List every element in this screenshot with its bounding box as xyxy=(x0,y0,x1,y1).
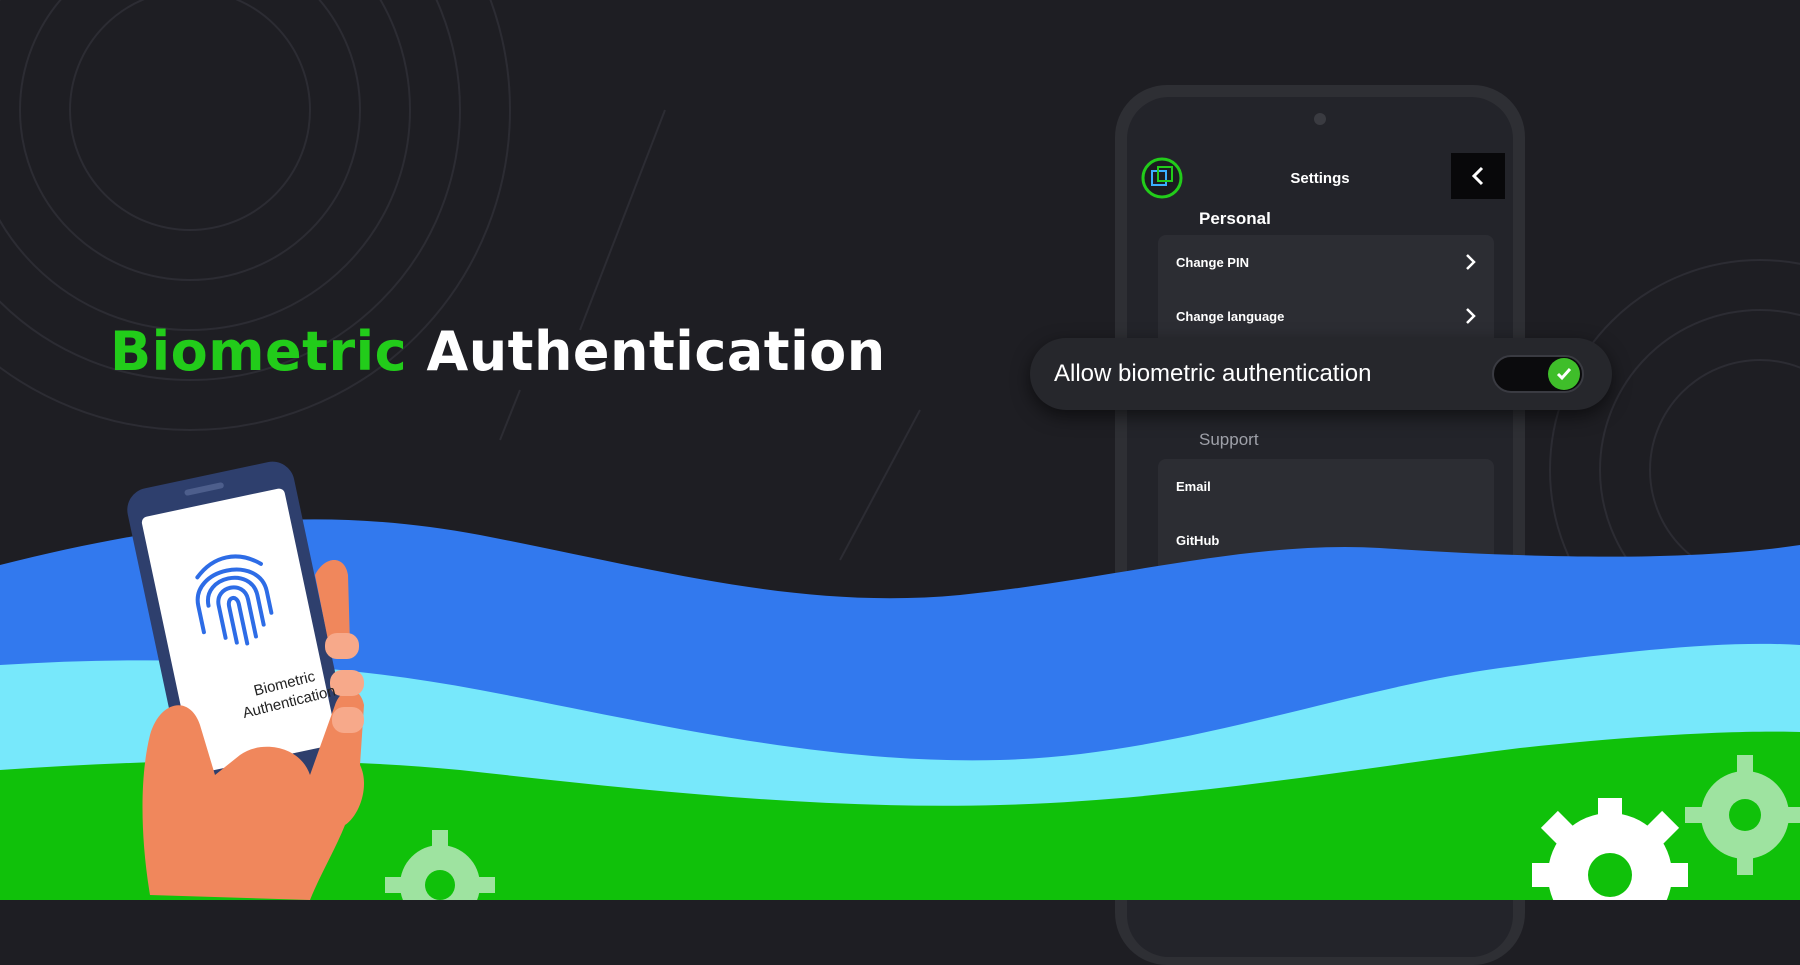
settings-item-label: Telegram xyxy=(1176,586,1233,602)
settings-item-label: Email xyxy=(1176,478,1211,494)
settings-item-label: FAQ xyxy=(1176,748,1203,764)
chevron-left-icon xyxy=(1471,166,1484,186)
personal-card: Change PIN Change language xyxy=(1158,235,1494,353)
settings-item-label: Terms and conditions xyxy=(1176,694,1311,710)
back-button[interactable] xyxy=(1451,153,1505,199)
settings-item-label: Twitter xyxy=(1176,640,1218,656)
settings-item-change-language[interactable]: Change language xyxy=(1158,289,1494,343)
headline-accent: Biometric xyxy=(110,320,408,383)
settings-item-terms[interactable]: Terms and conditions xyxy=(1158,675,1494,729)
toggle-knob xyxy=(1548,358,1580,390)
support-card: Email GitHub Telegram Twitter Terms and … xyxy=(1158,459,1494,799)
chevron-right-icon xyxy=(1466,254,1476,270)
toggle-label: Allow biometric authentication xyxy=(1054,360,1372,387)
section-support: Support xyxy=(1199,430,1259,449)
settings-item-label: Change PIN xyxy=(1176,254,1249,270)
settings-item-github[interactable]: GitHub xyxy=(1158,513,1494,567)
chevron-right-icon xyxy=(1466,308,1476,324)
settings-screen: Settings Personal Change PIN Change lang… xyxy=(1127,97,1513,957)
hand-holding-phone xyxy=(127,461,365,900)
settings-item-twitter[interactable]: Twitter xyxy=(1158,621,1494,675)
check-icon xyxy=(1556,368,1572,381)
phone-mockup: Settings Personal Change PIN Change lang… xyxy=(1115,85,1525,965)
settings-item-label: Change language xyxy=(1176,308,1285,324)
settings-item-telegram[interactable]: Telegram xyxy=(1158,567,1494,621)
chevron-right-icon xyxy=(1466,748,1476,764)
biometric-toggle-row: Allow biometric authentication xyxy=(1030,338,1612,410)
chevron-right-icon xyxy=(1466,694,1476,710)
settings-item-change-pin[interactable]: Change PIN xyxy=(1158,235,1494,289)
settings-item-label: GitHub xyxy=(1176,532,1220,548)
headline-rest: Authentication xyxy=(426,320,886,383)
camera-dot xyxy=(1314,113,1326,125)
settings-item-email[interactable]: Email xyxy=(1158,459,1494,513)
biometric-toggle-switch[interactable] xyxy=(1492,355,1584,393)
headline: Biometric Authentication xyxy=(110,320,886,383)
section-personal: Personal xyxy=(1199,209,1271,228)
settings-item-faq[interactable]: FAQ xyxy=(1158,729,1494,783)
